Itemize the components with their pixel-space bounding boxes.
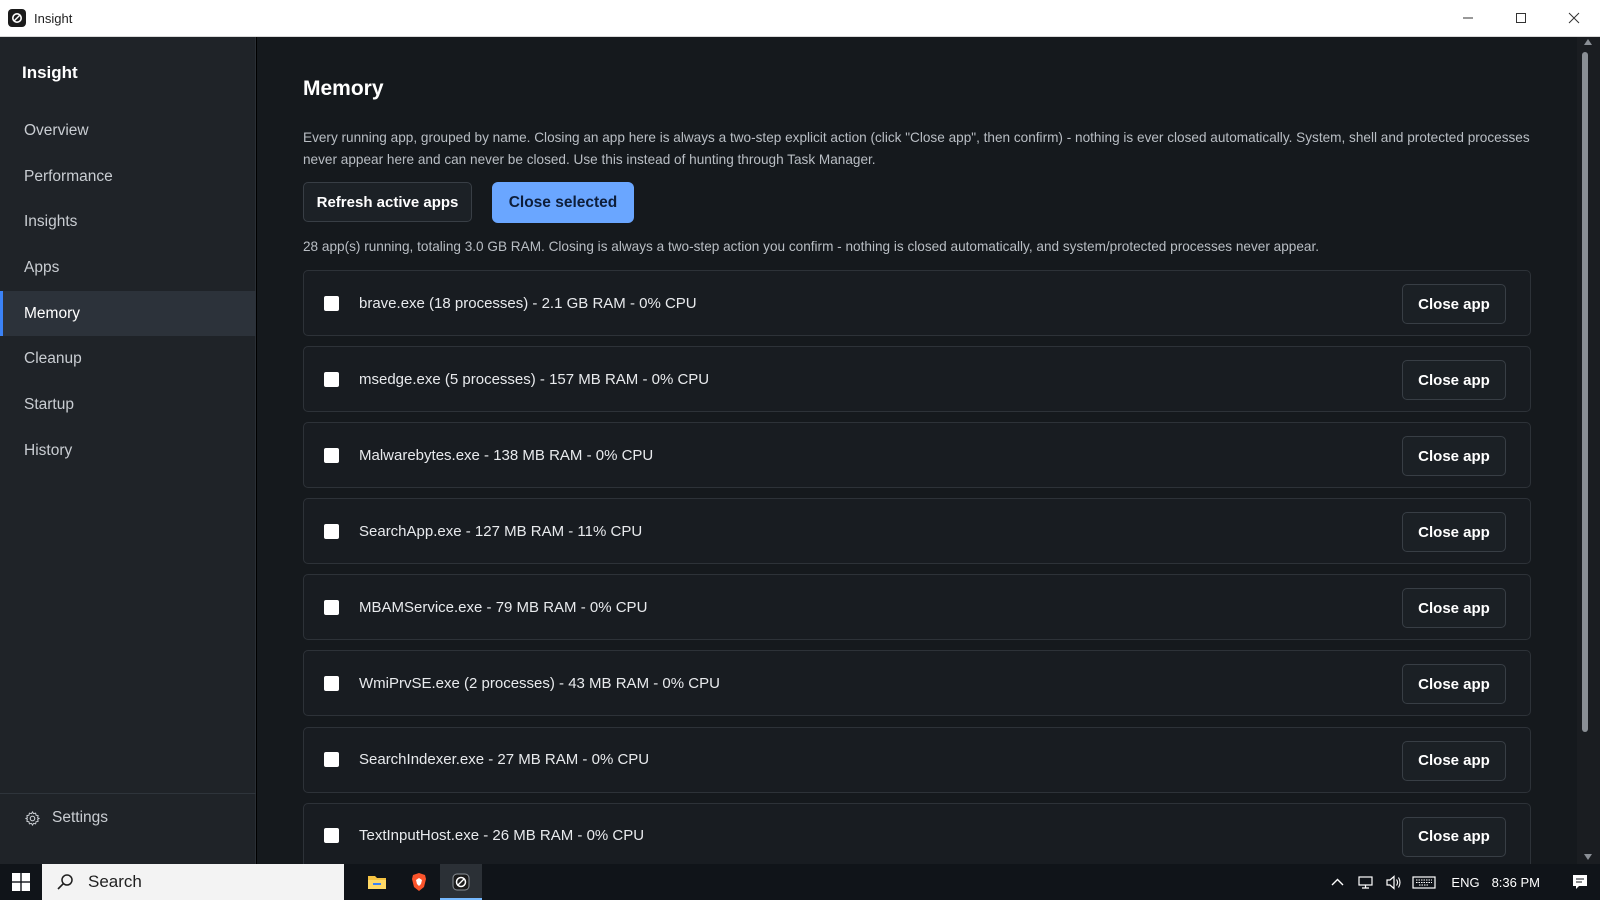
sidebar-brand: Insight (22, 63, 78, 82)
settings-label: Settings (52, 809, 109, 826)
windows-start-icon (12, 873, 30, 891)
app-label: WmiPrvSE.exe (2 processes) - 43 MB RAM -… (359, 674, 720, 692)
app-row: Malwarebytes.exe - 138 MB RAM - 0% CPU C… (303, 422, 1531, 489)
maximize-button[interactable] (1494, 0, 1547, 36)
vertical-scrollbar[interactable] (1577, 37, 1600, 864)
page-title: Memory (303, 77, 384, 100)
app-checkbox[interactable] (324, 371, 339, 387)
app-label: SearchIndexer.exe - 27 MB RAM - 0% CPU (359, 751, 650, 769)
keyboard-icon (1412, 875, 1437, 889)
start-button[interactable] (0, 864, 42, 900)
sidebar-item-apps[interactable]: Apps (0, 245, 256, 291)
minimize-button[interactable] (1441, 0, 1494, 36)
sidebar-item-settings[interactable]: Settings (24, 809, 108, 827)
taskbar-brave[interactable] (398, 864, 440, 900)
sidebar-item-insights[interactable]: Insights (0, 199, 256, 245)
sidebar-nav: Overview Performance Insights Apps Memor… (0, 108, 256, 474)
input-language[interactable]: ENG (1451, 875, 1479, 890)
volume-icon (1386, 874, 1401, 890)
notification-icon (1573, 875, 1587, 889)
close-app-button[interactable]: Close app (1402, 664, 1506, 705)
tray-overflow-button[interactable] (1323, 864, 1351, 900)
tray-network[interactable] (1351, 864, 1379, 900)
brave-browser-icon (412, 873, 426, 891)
app-label: TextInputHost.exe - 26 MB RAM - 0% CPU (359, 827, 645, 845)
app-row: TextInputHost.exe - 26 MB RAM - 0% CPU C… (303, 802, 1531, 864)
search-icon (57, 874, 73, 890)
app-row: WmiPrvSE.exe (2 processes) - 43 MB RAM -… (303, 650, 1531, 717)
file-explorer-icon (368, 876, 386, 889)
sidebar-item-performance[interactable]: Performance (0, 154, 256, 200)
app-checkbox[interactable] (324, 599, 339, 615)
scroll-down-icon[interactable] (1584, 854, 1592, 860)
apps-summary: 28 app(s) running, totaling 3.0 GB RAM. … (303, 239, 1320, 254)
scroll-up-icon[interactable] (1584, 39, 1592, 45)
sidebar-item-memory[interactable]: Memory (0, 290, 256, 337)
close-app-button[interactable]: Close app (1402, 284, 1506, 324)
app-row: SearchApp.exe - 127 MB RAM - 11% CPU Clo… (303, 498, 1531, 565)
sidebar-divider (0, 793, 256, 794)
app-checkbox[interactable] (324, 295, 339, 311)
sidebar-item-overview[interactable]: Overview (0, 108, 256, 154)
app-row: MBAMService.exe - 79 MB RAM - 0% CPU Clo… (303, 574, 1531, 641)
sidebar-item-history[interactable]: History (0, 428, 256, 474)
tray-volume[interactable] (1379, 864, 1407, 900)
taskbar-search[interactable]: Search (42, 864, 344, 900)
app-row: msedge.exe (5 processes) - 157 MB RAM - … (303, 346, 1531, 413)
app-checkbox[interactable] (324, 675, 339, 691)
scrollbar-thumb[interactable] (1582, 52, 1588, 732)
chevron-up-icon (1331, 878, 1344, 885)
app-checkbox[interactable] (324, 523, 339, 539)
action-center-button[interactable] (1560, 864, 1600, 900)
taskbar-file-explorer[interactable] (356, 864, 398, 900)
close-selected-button[interactable]: Close selected (492, 182, 634, 223)
title-bar: Insight (0, 0, 1600, 37)
app-checkbox[interactable] (324, 752, 339, 768)
app-row: brave.exe (18 processes) - 2.1 GB RAM - … (303, 270, 1531, 336)
taskbar-insight[interactable] (440, 864, 482, 900)
app-checkbox[interactable] (324, 447, 339, 463)
taskbar: Search ENG 8:36 PM (0, 864, 1600, 900)
search-placeholder: Search (88, 872, 142, 891)
insight-taskbar-icon (452, 873, 470, 891)
close-icon (1568, 12, 1579, 24)
maximize-icon (1515, 13, 1526, 23)
minimize-icon (1462, 17, 1473, 19)
app-label: msedge.exe (5 processes) - 157 MB RAM - … (359, 370, 710, 388)
page-description: Every running app, grouped by name. Clos… (303, 130, 1530, 167)
window-title: Insight (34, 10, 73, 26)
insight-logo-icon (8, 9, 26, 27)
network-icon (1358, 875, 1373, 889)
app-label: SearchApp.exe - 127 MB RAM - 11% CPU (359, 522, 643, 540)
gear-icon (25, 810, 40, 826)
close-app-button[interactable]: Close app (1402, 360, 1506, 401)
refresh-active-apps-button[interactable]: Refresh active apps (303, 182, 472, 222)
close-app-button[interactable]: Close app (1402, 436, 1506, 477)
sidebar-item-startup[interactable]: Startup (0, 382, 256, 428)
tray-keyboard[interactable] (1407, 864, 1441, 900)
close-app-button[interactable]: Close app (1402, 588, 1506, 629)
app-label: brave.exe (18 processes) - 2.1 GB RAM - … (359, 294, 697, 312)
close-app-button[interactable]: Close app (1402, 816, 1506, 857)
close-app-button[interactable]: Close app (1402, 740, 1506, 781)
app-label: Malwarebytes.exe - 138 MB RAM - 0% CPU (359, 446, 654, 464)
taskbar-clock[interactable]: 8:36 PM (1492, 875, 1540, 890)
main-content: Memory Every running app, grouped by nam… (257, 37, 1577, 864)
sidebar-item-cleanup[interactable]: Cleanup (0, 336, 256, 382)
app-row: SearchIndexer.exe - 27 MB RAM - 0% CPU C… (303, 726, 1531, 793)
sidebar: Insight Overview Performance Insights Ap… (0, 37, 256, 864)
close-window-button[interactable] (1547, 0, 1600, 36)
system-tray: ENG 8:36 PM (1323, 864, 1600, 900)
window-controls (1441, 0, 1600, 36)
app-label: MBAMService.exe - 79 MB RAM - 0% CPU (359, 598, 648, 616)
app-checkbox[interactable] (324, 828, 339, 844)
close-app-button[interactable]: Close app (1402, 512, 1506, 553)
app-list: brave.exe (18 processes) - 2.1 GB RAM - … (303, 270, 1531, 864)
